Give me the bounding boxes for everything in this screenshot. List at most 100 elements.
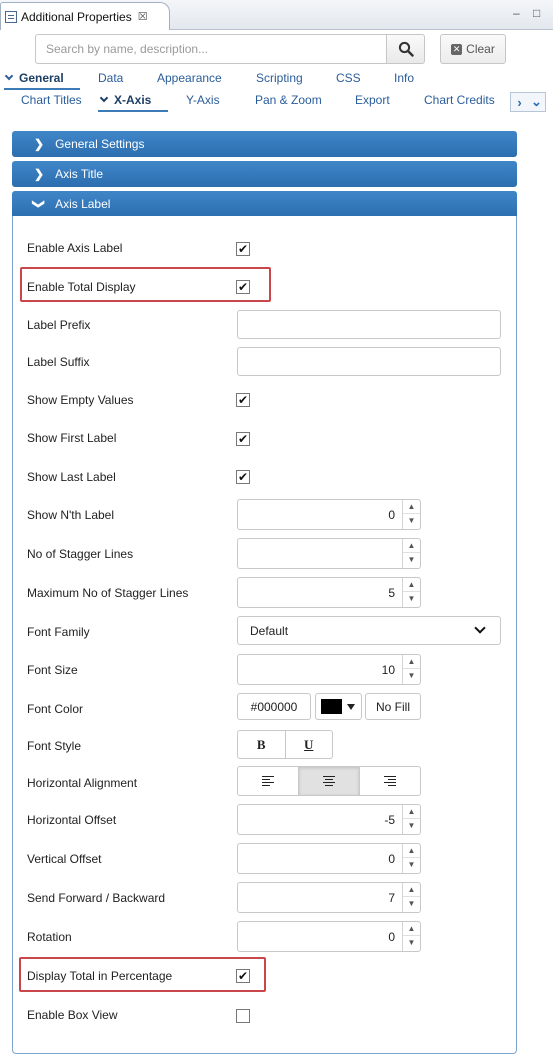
align-center-icon [323, 776, 335, 786]
properties-view-icon [5, 10, 17, 23]
spin-down-icon[interactable]: ▼ [403, 897, 420, 911]
tab-appearance[interactable]: Appearance [157, 71, 222, 85]
tab-x-axis[interactable]: X-Axis [99, 93, 151, 107]
spin-up-icon[interactable]: ▲ [403, 844, 420, 858]
stepper-buttons: ▲ ▼ [402, 844, 420, 873]
section-title: General Settings [55, 137, 145, 151]
show-last-label-label: Show Last Label [27, 470, 116, 484]
search-input[interactable] [35, 34, 387, 64]
align-left-button[interactable] [238, 767, 298, 795]
minimize-icon[interactable]: – [513, 6, 520, 20]
clear-button[interactable]: ✕ Clear [440, 34, 506, 64]
stagger-lines-stepper[interactable]: ▲ ▼ [237, 538, 421, 569]
bold-button[interactable]: B [238, 731, 285, 758]
spin-down-icon[interactable]: ▼ [403, 553, 420, 567]
spin-down-icon[interactable]: ▼ [403, 819, 420, 833]
tab-chart-titles[interactable]: Chart Titles [21, 93, 82, 107]
enable-total-display-label: Enable Total Display [27, 280, 136, 294]
show-last-label-checkbox[interactable]: ✔ [236, 470, 250, 484]
align-right-icon [384, 776, 396, 786]
spin-down-icon[interactable]: ▼ [403, 514, 420, 528]
chevron-down-icon[interactable]: ⌄ [528, 93, 545, 111]
spin-down-icon[interactable]: ▼ [403, 669, 420, 683]
view-tab-title: Additional Properties [21, 9, 132, 24]
chevron-right-icon[interactable]: › [511, 93, 528, 111]
section-axis-label[interactable]: ❯ Axis Label [12, 191, 517, 217]
spin-down-icon[interactable]: ▼ [403, 858, 420, 872]
horizontal-offset-stepper[interactable]: -5 ▲ ▼ [237, 804, 421, 835]
primary-tabs: General Data Appearance Scripting CSS In… [0, 71, 553, 91]
enable-axis-label-checkbox[interactable]: ✔ [236, 242, 250, 256]
align-right-button[interactable] [359, 767, 420, 795]
max-stagger-lines-stepper[interactable]: 5 ▲ ▼ [237, 577, 421, 608]
tab-pan-zoom[interactable]: Pan & Zoom [255, 93, 322, 107]
section-title: Axis Title [55, 167, 104, 181]
spin-up-icon[interactable]: ▲ [403, 883, 420, 897]
display-total-percentage-checkbox[interactable]: ✔ [236, 969, 250, 983]
send-forward-backward-stepper[interactable]: 7 ▲ ▼ [237, 882, 421, 913]
spin-down-icon[interactable]: ▼ [403, 592, 420, 606]
enable-total-display-checkbox[interactable]: ✔ [236, 280, 250, 294]
spin-down-icon[interactable]: ▼ [403, 936, 420, 950]
tab-y-axis[interactable]: Y-Axis [186, 93, 220, 107]
section-axis-title[interactable]: ❯ Axis Title [12, 161, 517, 187]
display-total-percentage-label: Display Total in Percentage [27, 969, 173, 983]
font-size-stepper[interactable]: 10 ▲ ▼ [237, 654, 421, 685]
check-icon: ✔ [237, 280, 249, 294]
view-tab-additional-properties[interactable]: Additional Properties ☒ [0, 2, 170, 30]
tab-scripting[interactable]: Scripting [256, 71, 303, 85]
check-icon: ✔ [237, 969, 249, 983]
color-swatch [321, 699, 342, 714]
stepper-buttons: ▲ ▼ [402, 883, 420, 912]
chevron-down-icon: ❯ [32, 198, 47, 210]
show-first-label-checkbox[interactable]: ✔ [236, 432, 250, 446]
stepper-value: 0 [388, 852, 395, 866]
spin-up-icon[interactable]: ▲ [403, 539, 420, 553]
rotation-stepper[interactable]: 0 ▲ ▼ [237, 921, 421, 952]
check-icon: ✔ [237, 393, 249, 407]
label-suffix-input[interactable] [237, 347, 501, 376]
send-forward-backward-label: Send Forward / Backward [27, 891, 166, 905]
font-family-select[interactable]: Default [237, 616, 501, 645]
show-nth-label-stepper[interactable]: 0 ▲ ▼ [237, 499, 421, 530]
chevron-right-icon: ❯ [34, 167, 45, 181]
align-center-button[interactable] [298, 767, 359, 795]
caret-down-icon [347, 703, 355, 710]
stepper-value: 0 [388, 508, 395, 522]
horizontal-offset-label: Horizontal Offset [27, 813, 117, 827]
spin-up-icon[interactable]: ▲ [403, 805, 420, 819]
no-fill-button[interactable]: No Fill [365, 693, 421, 720]
font-family-value: Default [250, 624, 289, 638]
enable-box-view-label: Enable Box View [27, 1008, 118, 1022]
tab-data[interactable]: Data [98, 71, 123, 85]
font-color-label: Font Color [27, 702, 84, 716]
stepper-value: 7 [388, 891, 395, 905]
maximize-icon[interactable]: □ [533, 6, 540, 20]
tab-chart-credits[interactable]: Chart Credits [424, 93, 495, 107]
vertical-offset-stepper[interactable]: 0 ▲ ▼ [237, 843, 421, 874]
spin-up-icon[interactable]: ▲ [403, 655, 420, 669]
show-nth-label-label: Show N'th Label [27, 508, 115, 522]
font-color-hex-input[interactable]: #000000 [237, 693, 311, 720]
section-general-settings[interactable]: ❯ General Settings [12, 131, 517, 157]
spin-up-icon[interactable]: ▲ [403, 500, 420, 514]
font-family-label: Font Family [27, 625, 90, 639]
search-button[interactable] [386, 34, 425, 64]
close-icon[interactable]: ☒ [138, 10, 148, 23]
label-prefix-label: Label Prefix [27, 318, 91, 332]
label-prefix-input[interactable] [237, 310, 501, 339]
tab-info[interactable]: Info [394, 71, 414, 85]
show-empty-values-checkbox[interactable]: ✔ [236, 393, 250, 407]
font-color-picker[interactable] [315, 693, 362, 720]
tab-css[interactable]: CSS [336, 71, 361, 85]
chevron-down-icon [474, 622, 486, 634]
tab-general[interactable]: General [4, 71, 64, 85]
spin-up-icon[interactable]: ▲ [403, 578, 420, 592]
stepper-value: 0 [388, 930, 395, 944]
underline-button[interactable]: U [284, 731, 333, 758]
show-empty-values-label: Show Empty Values [27, 393, 134, 407]
enable-box-view-checkbox[interactable] [236, 1009, 250, 1023]
check-icon: ✔ [237, 432, 249, 446]
spin-up-icon[interactable]: ▲ [403, 922, 420, 936]
tab-export[interactable]: Export [355, 93, 390, 107]
